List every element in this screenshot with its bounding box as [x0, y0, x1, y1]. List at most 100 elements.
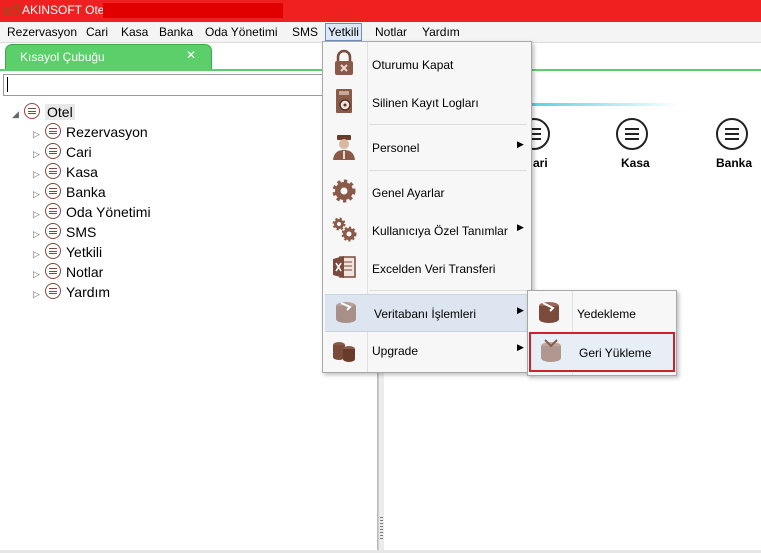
tree-label: Notlar	[66, 264, 104, 280]
expand-arrow-icon[interactable]: ▷	[33, 284, 45, 304]
excel-icon	[333, 256, 356, 278]
tree-item-banka[interactable]: ▷ Banka	[33, 182, 106, 202]
backup-database-icon	[539, 302, 559, 323]
tab-label: Kısayol Çubuğu	[20, 50, 105, 64]
submenu-item-label: Yedekleme	[577, 307, 636, 321]
collapse-arrow-icon[interactable]: ◢	[12, 104, 24, 124]
right-panel-accent	[530, 103, 680, 106]
shortcut-cari-label[interactable]: ari	[533, 156, 548, 170]
tree-label: Banka	[66, 184, 106, 200]
tree-item-yetkili[interactable]: ▷ Yetkili	[33, 242, 102, 262]
close-icon[interactable]: ✕	[186, 48, 196, 62]
submenu-arrow-icon: ▶	[517, 343, 524, 353]
menu-separator	[369, 124, 527, 125]
menu-circle-icon	[45, 243, 61, 259]
menu-circle-icon	[45, 183, 61, 199]
menu-separator	[369, 290, 527, 291]
tree-item-notlar[interactable]: ▷ Notlar	[33, 262, 103, 282]
menu-separator	[369, 170, 527, 171]
text-caret	[7, 77, 8, 92]
tree-item-oda-yonetimi[interactable]: ▷ Oda Yönetimi	[33, 202, 151, 222]
gear-icon	[332, 179, 356, 203]
tree-label: Yardım	[66, 284, 111, 300]
menu-item-label: Veritabanı İşlemleri	[374, 307, 477, 321]
menu-notlar[interactable]: Notlar	[373, 24, 409, 40]
tree-label: Oda Yönetimi	[66, 204, 151, 220]
menu-circle-icon	[45, 123, 61, 139]
shortcut-kasa-icon[interactable]	[616, 118, 648, 150]
tree-item-sms[interactable]: ▷ SMS	[33, 222, 96, 242]
menu-yardim[interactable]: Yardım	[420, 24, 462, 40]
expand-arrow-icon[interactable]: ▷	[33, 164, 45, 184]
shortcut-banka-icon[interactable]	[716, 118, 748, 150]
tree-item-kasa[interactable]: ▷ Kasa	[33, 162, 98, 182]
menu-circle-icon	[45, 263, 61, 279]
submenu-arrow-icon: ▶	[517, 306, 524, 316]
menu-item-veritabani-islemleri[interactable]: Veritabanı İşlemleri ▶	[325, 294, 529, 332]
expand-arrow-icon[interactable]: ▷	[33, 184, 45, 204]
menu-item-label: Personel	[372, 141, 420, 155]
menu-item-label: Genel Ayarlar	[372, 186, 445, 200]
gears-icon	[332, 217, 357, 242]
tree-item-yardim[interactable]: ▷ Yardım	[33, 282, 110, 302]
menu-oda-yonetimi[interactable]: Oda Yönetimi	[203, 24, 280, 40]
tree-label: Yetkili	[66, 244, 103, 260]
tree-label: Cari	[66, 144, 92, 160]
menu-banka[interactable]: Banka	[157, 24, 195, 40]
expand-arrow-icon[interactable]: ▷	[33, 124, 45, 144]
veritabani-submenu: Yedekleme Geri Yükleme	[527, 290, 677, 376]
tree-label: SMS	[66, 224, 97, 240]
expand-arrow-icon[interactable]: ▷	[33, 204, 45, 224]
tab-kisayol-cubugu[interactable]: Kısayol Çubuğu ✕	[5, 44, 212, 70]
tree-label: Kasa	[66, 164, 98, 180]
submenu-item-label: Geri Yükleme	[579, 346, 652, 360]
tree-root-otel[interactable]: ◢ Otel	[12, 102, 75, 122]
menu-item-label: Oturumu Kapat	[372, 58, 454, 72]
app-logo-icon: ɞ5	[2, 3, 22, 19]
submenu-item-yedekleme[interactable]: Yedekleme	[528, 294, 676, 332]
menu-item-genel-ayarlar[interactable]: Genel Ayarlar	[323, 174, 531, 210]
database-stack-icon	[333, 342, 355, 362]
search-input[interactable]	[3, 74, 375, 96]
menu-circle-icon	[45, 203, 61, 219]
menu-item-silinen-kayit-loglari[interactable]: Silinen Kayıt Logları	[323, 84, 531, 120]
menu-cari[interactable]: Cari	[84, 24, 110, 40]
menu-item-label: Kullanıcıya Özel Tanımlar	[372, 224, 508, 238]
title-bar: ɞ5 AKINSOFT Otel	[0, 0, 761, 22]
menu-sms[interactable]: SMS	[290, 24, 320, 40]
expand-arrow-icon[interactable]: ▷	[33, 224, 45, 244]
menu-yetkili[interactable]: Yetkili	[325, 23, 362, 41]
submenu-arrow-icon: ▶	[517, 223, 524, 233]
tree-label: Otel	[45, 104, 75, 120]
tree-item-rezervasyon[interactable]: ▷ Rezervasyon	[33, 122, 148, 142]
menu-item-label: Upgrade	[372, 344, 419, 358]
expand-arrow-icon[interactable]: ▷	[33, 264, 45, 284]
shortcut-banka-label[interactable]: Banka	[716, 156, 752, 170]
expand-arrow-icon[interactable]: ▷	[33, 144, 45, 164]
menu-kasa[interactable]: Kasa	[119, 24, 150, 40]
restore-database-icon	[541, 339, 561, 362]
menu-item-oturumu-kapat[interactable]: Oturumu Kapat	[323, 46, 531, 82]
staff-icon	[333, 135, 355, 160]
shortcut-kasa-label[interactable]: Kasa	[621, 156, 650, 170]
tree-item-cari[interactable]: ▷ Cari	[33, 142, 92, 162]
database-icon	[336, 302, 356, 323]
submenu-item-geri-yukleme[interactable]: Geri Yükleme	[529, 332, 675, 372]
menu-item-excelden-veri-transferi[interactable]: Excelden Veri Transferi	[323, 250, 531, 286]
menu-item-kullaniciya-ozel-tanimlar[interactable]: Kullanıcıya Özel Tanımlar ▶	[323, 212, 531, 248]
splitter-grip[interactable]	[380, 517, 383, 539]
menu-circle-icon	[45, 163, 61, 179]
submenu-arrow-icon: ▶	[517, 140, 524, 150]
menu-item-label: Silinen Kayıt Logları	[372, 96, 479, 110]
menu-circle-icon	[45, 223, 61, 239]
window-title: AKINSOFT Otel	[22, 3, 108, 17]
menu-item-label: Excelden Veri Transferi	[372, 262, 496, 276]
menu-item-personel[interactable]: Personel ▶	[323, 129, 531, 165]
menu-bar: Rezervasyon Cari Kasa Banka Oda Yönetimi…	[0, 22, 761, 43]
menu-circle-icon	[45, 283, 61, 299]
yetkili-dropdown-menu: Oturumu Kapat Silinen Kayıt Logları Pers…	[322, 41, 532, 373]
expand-arrow-icon[interactable]: ▷	[33, 244, 45, 264]
menu-rezervasyon[interactable]: Rezervasyon	[5, 24, 79, 40]
menu-item-upgrade[interactable]: Upgrade ▶	[323, 332, 531, 368]
menu-circle-icon	[45, 143, 61, 159]
